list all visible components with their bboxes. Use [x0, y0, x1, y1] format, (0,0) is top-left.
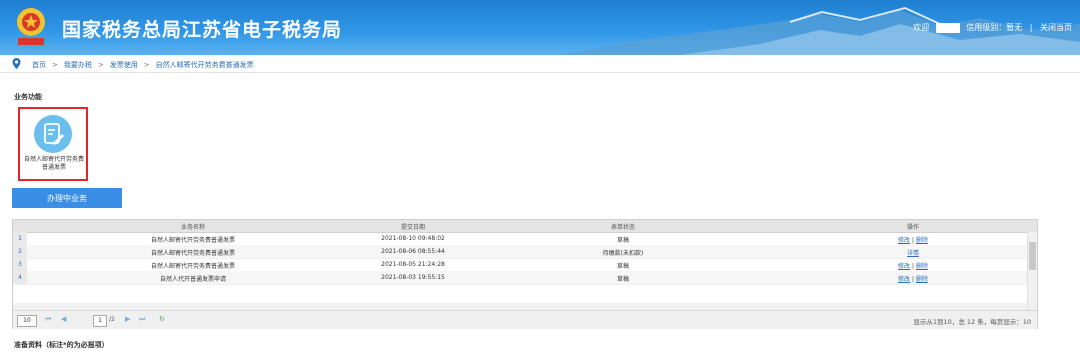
- section-title: 业务功能: [14, 93, 42, 101]
- row-date: 2021-08-03 19:55:15: [381, 274, 445, 281]
- breadcrumb-invoice[interactable]: 发票使用: [110, 61, 138, 69]
- row-number: 2: [13, 245, 27, 258]
- site-header: 国家税务总局江苏省电子税务局 欢迎 信用级别：暂无 | 关闭当页: [0, 0, 1080, 55]
- row-status: 草稿: [616, 263, 629, 270]
- prev-page-icon[interactable]: ◀: [61, 315, 66, 323]
- row-number: 3: [13, 258, 27, 271]
- header-separator: |: [1029, 23, 1033, 32]
- pager-info: 显示从1到10，总 12 条，每页显示：10: [913, 318, 1031, 326]
- row-status: 草稿: [616, 276, 629, 283]
- row-number: 4: [13, 271, 27, 284]
- edit-link[interactable]: 修改: [898, 263, 910, 270]
- row-name: 自然人代开普通发票申请: [159, 276, 226, 283]
- row-name: 自然人邮寄代开劳务费普通发票: [150, 250, 235, 257]
- function-tile[interactable]: 自然人邮寄代开劳务费普通发票: [18, 107, 88, 181]
- col-op: 操作: [906, 224, 919, 231]
- table-row[interactable]: 1 自然人邮寄代开劳务费普通发票 2021-08-10 09:48:02 草稿 …: [13, 232, 1027, 246]
- delete-link[interactable]: 删除: [916, 276, 928, 283]
- op-sep: |: [911, 237, 915, 244]
- business-table: 业务名称 提交日期 表单状态 操作 1 自然人邮寄代开劳务费普通发票 2021-…: [12, 219, 1038, 329]
- breadcrumb-current[interactable]: 自然人邮寄代开劳务费普通发票: [156, 61, 254, 69]
- refresh-icon[interactable]: ↻: [159, 315, 165, 323]
- breadcrumb-path: 首页 > 我要办税 > 发票使用 > 自然人邮寄代开劳务费普通发票: [32, 60, 254, 70]
- row-name: 自然人邮寄代开劳务费普通发票: [150, 263, 235, 270]
- credit-level: 信用级别：暂无: [966, 23, 1023, 32]
- op-sep: |: [911, 276, 915, 283]
- edit-link[interactable]: 修改: [898, 237, 910, 244]
- row-actions: 修改 | 删除: [883, 261, 943, 270]
- first-page-icon[interactable]: ⏮: [45, 315, 51, 324]
- table-row[interactable]: 4 自然人代开普通发票申请 2021-08-03 19:55:15 草稿 修改 …: [13, 271, 1027, 285]
- row-actions: 详情: [883, 248, 943, 257]
- row-status: 待缴款(未扣款): [602, 250, 644, 257]
- breadcrumb-arrow: >: [143, 61, 150, 69]
- user-name-box: [935, 22, 960, 33]
- col-name: 业务名称: [180, 224, 205, 231]
- location-pin-icon: [12, 58, 21, 69]
- pagination-bar: 10 ⏮ ◀ 1 /2 ▶ ⏭ ↻ 显示从1到10，总 12 条，每页显示：10: [13, 310, 1037, 329]
- delete-link[interactable]: 删除: [916, 263, 928, 270]
- row-number: 1: [13, 232, 27, 245]
- row-actions: 修改 | 删除: [883, 235, 943, 244]
- welcome-text: 欢迎: [913, 23, 930, 32]
- last-page-icon[interactable]: ⏭: [139, 315, 145, 324]
- table-row[interactable]: 3 自然人邮寄代开劳务费普通发票 2021-08-05 21:24:28 草稿 …: [13, 258, 1027, 272]
- row-date: 2021-08-05 21:24:28: [381, 261, 445, 268]
- vertical-scrollbar[interactable]: [1027, 232, 1037, 310]
- tax-emblem-logo: [17, 8, 45, 45]
- col-date: 提交日期: [400, 224, 425, 231]
- row-date: 2021-08-10 09:48:02: [381, 235, 445, 242]
- breadcrumb-home[interactable]: 首页: [32, 61, 46, 69]
- page-number-input[interactable]: 1: [93, 315, 107, 327]
- breadcrumb: 首页 > 我要办税 > 发票使用 > 自然人邮寄代开劳务费普通发票: [0, 56, 1080, 73]
- page-size-select[interactable]: 10: [17, 315, 37, 327]
- table-row[interactable]: 2 自然人邮寄代开劳务费普通发票 2021-08-06 08:55:44 待缴款…: [13, 245, 1027, 259]
- edit-link[interactable]: 修改: [898, 276, 910, 283]
- row-date: 2021-08-06 08:55:44: [381, 248, 445, 255]
- site-title: 国家税务总局江苏省电子税务局: [62, 19, 343, 41]
- edit-document-icon: [34, 115, 72, 153]
- breadcrumb-arrow: >: [52, 61, 58, 69]
- close-page-link[interactable]: 关闭当页: [1040, 23, 1072, 32]
- detail-link[interactable]: 详情: [907, 250, 919, 257]
- scroll-thumb[interactable]: [1029, 242, 1036, 270]
- horizontal-scrollbar[interactable]: [13, 303, 1027, 310]
- breadcrumb-tax[interactable]: 我要办税: [64, 61, 92, 69]
- row-name: 自然人邮寄代开劳务费普通发票: [150, 237, 235, 244]
- op-sep: |: [911, 263, 915, 270]
- delete-link[interactable]: 删除: [916, 237, 928, 244]
- breadcrumb-arrow: >: [97, 61, 104, 69]
- tab-in-progress[interactable]: 办理中业务: [12, 188, 122, 208]
- row-actions: 修改 | 删除: [883, 274, 943, 283]
- prep-title: 准备资料（标注*的为必报项）: [14, 341, 109, 349]
- function-label: 自然人邮寄代开劳务费普通发票: [24, 156, 85, 171]
- next-page-icon[interactable]: ▶: [125, 315, 130, 323]
- page-total: /2: [109, 316, 115, 323]
- row-status: 草稿: [616, 237, 629, 244]
- col-status: 表单状态: [610, 224, 635, 231]
- user-bar: 欢迎 信用级别：暂无 | 关闭当页: [913, 22, 1072, 33]
